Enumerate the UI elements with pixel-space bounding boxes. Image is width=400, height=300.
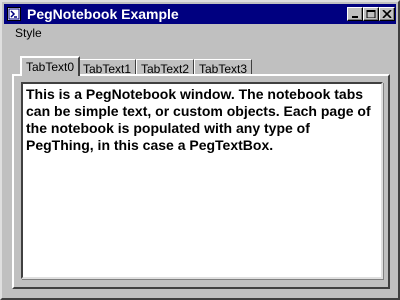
app-icon[interactable] (7, 7, 21, 21)
tab-tabtext0[interactable]: TabText0 (20, 56, 81, 76)
close-icon (382, 10, 392, 18)
page-text: This is a PegNotebook window. The notebo… (26, 86, 371, 153)
minimize-icon (352, 16, 358, 18)
maximize-icon (366, 10, 376, 18)
main-window: PegNotebook Example Style TabText0 TabTe… (0, 0, 400, 300)
menu-bar: Style (4, 24, 396, 42)
maximize-button[interactable] (363, 7, 379, 21)
notebook-page-textbox[interactable]: This is a PegNotebook window. The notebo… (21, 82, 383, 279)
close-button[interactable] (379, 7, 395, 21)
window-title: PegNotebook Example (27, 6, 179, 22)
menu-style[interactable]: Style (15, 26, 42, 40)
minimize-button[interactable] (347, 7, 363, 21)
title-bar[interactable]: PegNotebook Example (4, 4, 396, 24)
